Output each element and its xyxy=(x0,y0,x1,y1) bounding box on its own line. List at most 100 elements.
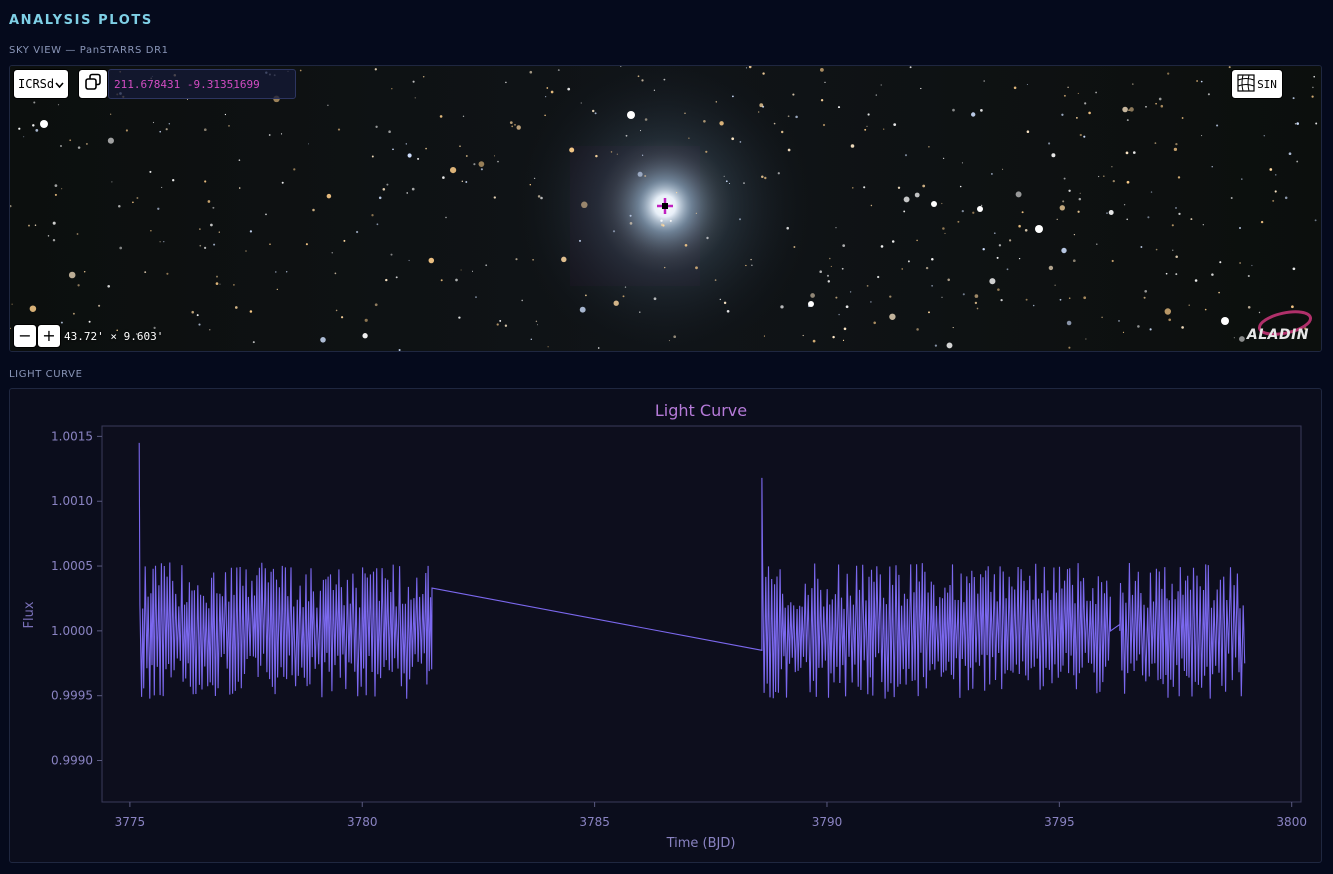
star xyxy=(581,201,588,209)
star xyxy=(629,214,632,217)
star xyxy=(751,264,753,266)
frame-select[interactable]: ICRSd xyxy=(13,69,69,99)
star xyxy=(715,101,718,103)
star xyxy=(417,157,420,160)
star xyxy=(136,197,139,199)
star xyxy=(835,227,837,229)
star xyxy=(1095,91,1097,94)
star xyxy=(870,301,872,303)
star xyxy=(629,222,633,225)
star xyxy=(547,346,549,348)
star xyxy=(516,125,521,130)
star xyxy=(1292,267,1296,271)
star xyxy=(941,202,943,205)
star xyxy=(974,294,979,298)
star xyxy=(1126,218,1129,221)
star xyxy=(1122,331,1125,333)
page-title: ANALYSIS PLOTS xyxy=(9,13,153,28)
star xyxy=(1077,210,1080,213)
star xyxy=(442,176,445,179)
star xyxy=(1155,248,1158,251)
star xyxy=(1018,257,1021,260)
sky-image[interactable] xyxy=(10,66,1321,351)
star xyxy=(125,129,128,132)
star xyxy=(395,276,398,279)
star xyxy=(1221,317,1229,325)
star xyxy=(52,221,56,225)
star xyxy=(1132,83,1134,85)
star xyxy=(532,258,534,261)
star xyxy=(786,226,789,230)
star xyxy=(1168,318,1172,322)
star xyxy=(802,334,804,337)
star xyxy=(213,243,216,246)
star xyxy=(165,128,168,131)
star xyxy=(1211,273,1214,276)
star xyxy=(107,137,114,144)
sky-view[interactable]: ICRSd 211.678431 -9.31351699 SIN − + 43.… xyxy=(9,65,1322,352)
x-tick-label: 3785 xyxy=(579,815,610,829)
star xyxy=(928,311,930,314)
star xyxy=(275,271,277,273)
zoom-out-button[interactable]: − xyxy=(13,324,37,348)
copy-coords-button[interactable] xyxy=(78,69,108,99)
star xyxy=(1239,336,1245,342)
star xyxy=(299,69,302,72)
coordinates-input[interactable]: 211.678431 -9.31351699 xyxy=(108,69,296,99)
star xyxy=(305,243,308,246)
star xyxy=(1247,306,1251,309)
star xyxy=(837,106,841,109)
light-curve-chart[interactable]: Light Curve Time (BJD) Flux 3775 3780 3785… xyxy=(10,389,1321,862)
star xyxy=(1128,109,1130,111)
star xyxy=(842,244,846,247)
star xyxy=(1068,346,1071,349)
star xyxy=(1292,97,1295,100)
star xyxy=(1054,284,1056,286)
star xyxy=(1006,268,1009,271)
star xyxy=(88,320,91,323)
star xyxy=(706,236,709,240)
projection-button[interactable]: SIN xyxy=(1231,69,1283,99)
star xyxy=(714,279,717,281)
star xyxy=(168,123,170,125)
star xyxy=(819,270,822,273)
zoom-in-button[interactable]: + xyxy=(37,324,61,348)
star xyxy=(1085,338,1087,340)
star xyxy=(983,80,986,82)
star xyxy=(511,125,514,128)
star xyxy=(1013,86,1017,90)
star xyxy=(1181,326,1184,329)
star xyxy=(371,214,374,217)
star xyxy=(422,75,425,78)
star xyxy=(207,200,211,203)
star xyxy=(364,318,368,322)
star xyxy=(392,148,394,151)
star xyxy=(705,150,708,153)
star xyxy=(1059,298,1062,301)
star xyxy=(832,335,835,339)
star xyxy=(1075,116,1078,119)
star xyxy=(942,227,945,230)
star xyxy=(293,168,296,171)
light-curve-panel: Light Curve Time (BJD) Flux 3775 3780 3785… xyxy=(9,388,1322,863)
star xyxy=(569,147,575,153)
star xyxy=(1079,133,1082,137)
y-axis-label: Flux xyxy=(22,601,37,628)
star xyxy=(952,108,955,112)
star xyxy=(425,147,427,150)
star xyxy=(944,232,946,234)
star xyxy=(529,70,533,74)
star xyxy=(150,230,152,232)
y-tick-label: 0.9995 xyxy=(51,689,93,703)
star xyxy=(499,319,502,322)
star xyxy=(159,130,161,133)
star xyxy=(822,123,826,127)
star xyxy=(533,177,536,180)
star xyxy=(69,139,72,142)
star xyxy=(1219,261,1222,264)
star xyxy=(639,311,641,313)
star xyxy=(54,193,57,196)
star xyxy=(386,183,389,186)
star xyxy=(224,113,226,116)
star xyxy=(903,196,910,203)
